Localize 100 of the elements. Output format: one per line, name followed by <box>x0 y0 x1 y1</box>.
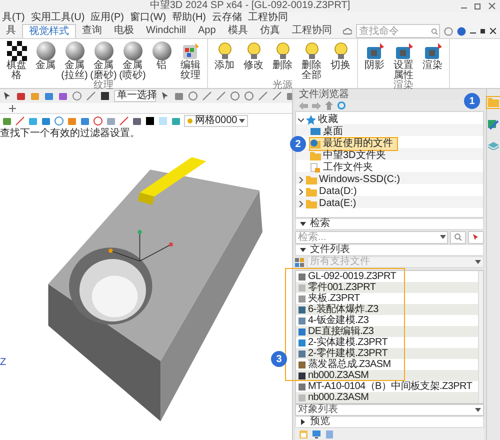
tree-item[interactable]: 工作文件夹 <box>310 162 377 174</box>
ribbon-button[interactable]: 删除全部 <box>297 39 326 81</box>
search-field[interactable]: 检索... <box>295 230 448 244</box>
ribbon-button[interactable]: 金属 (喷砂) <box>118 39 147 81</box>
line-icon[interactable] <box>202 91 212 101</box>
menu-item[interactable]: 窗口(W) <box>130 13 166 23</box>
file-list-item[interactable]: nb000.Z3ASM <box>296 392 478 403</box>
ribbon-button[interactable]: 设置属性 <box>389 39 418 81</box>
square-icon[interactable] <box>145 116 155 126</box>
line-icon[interactable] <box>258 91 268 101</box>
line-icon[interactable] <box>15 116 25 126</box>
layers-icon[interactable] <box>488 120 499 130</box>
menu-item[interactable]: 实用工具(U) <box>30 13 85 23</box>
tree-item[interactable]: 中望3D文件夹 <box>310 150 390 162</box>
selection-filter-dropdown[interactable]: 单一选择 <box>114 90 156 102</box>
up-icon[interactable] <box>325 101 333 110</box>
ribbon-button[interactable]: 铝 <box>147 39 176 81</box>
line-icon[interactable] <box>86 91 96 101</box>
tree-item[interactable]: 收藏 <box>296 114 483 126</box>
toolbar-icon[interactable] <box>106 116 116 126</box>
folder-icon <box>306 175 317 185</box>
stack-icon[interactable] <box>488 142 499 150</box>
restore-icon[interactable] <box>474 2 482 10</box>
ribbon-button[interactable]: 棋盘格 <box>2 39 31 81</box>
expand-icon <box>300 419 306 425</box>
close-icon[interactable] <box>490 28 496 34</box>
ribbon-tab[interactable]: 具 <box>0 24 22 38</box>
toolbar-icon[interactable] <box>2 116 12 126</box>
list-view-icon[interactable] <box>295 258 305 266</box>
menu-item[interactable]: 帮助(H) <box>172 13 206 23</box>
section-header[interactable]: 预览 <box>295 416 484 428</box>
part-drawing[interactable] <box>48 170 262 422</box>
tree-item[interactable]: Data(D:) <box>296 186 483 198</box>
collapse-icon <box>300 221 306 227</box>
tree-item[interactable]: 最近使用的文件 <box>310 138 397 150</box>
restore-icon[interactable] <box>480 28 486 34</box>
help-icon[interactable] <box>457 26 466 36</box>
ribbon-button[interactable]: 添加 <box>210 39 239 81</box>
arrow-icon[interactable] <box>160 91 170 101</box>
cloud-icon[interactable] <box>343 27 352 35</box>
ribbon-tab[interactable]: 查询 <box>76 24 108 38</box>
ribbon-tab[interactable]: 视觉样式 <box>22 24 76 38</box>
ribbon-button[interactable]: 渲染 <box>418 39 447 81</box>
scrollbar[interactable] <box>478 271 483 403</box>
circle-icon[interactable] <box>188 91 198 101</box>
ribbon-tab[interactable]: Windchill <box>140 24 192 38</box>
line-icon[interactable] <box>216 91 226 101</box>
menu-item[interactable]: 具(T) <box>2 13 25 23</box>
tool-drawing[interactable] <box>138 157 206 205</box>
ribbon-button[interactable]: 金属 (拉丝) <box>60 39 89 81</box>
circle-icon[interactable] <box>244 91 254 101</box>
file-list-item[interactable]: 2-零件建模.Z3PRT <box>296 348 478 359</box>
arrow-icon[interactable] <box>2 91 12 101</box>
toolbar-icon[interactable] <box>132 116 142 126</box>
ribbon-tab[interactable]: 模具 <box>222 24 254 38</box>
circle-icon[interactable] <box>54 116 64 126</box>
tree-item[interactable]: Data(E:) <box>296 198 483 210</box>
circle-icon[interactable] <box>93 116 103 126</box>
ribbon-tab[interactable]: 仿真 <box>254 24 286 38</box>
ribbon-button[interactable]: 阴影 <box>360 39 389 81</box>
collapse-icon[interactable] <box>298 117 304 123</box>
file-list-item[interactable]: 6-装配体爆炸.Z3 <box>296 304 478 315</box>
add-tab-button[interactable] <box>8 104 17 112</box>
file-list-item[interactable]: 零件001.Z3PRT <box>296 282 478 293</box>
command-search-field[interactable]: 查找命令 <box>356 24 440 38</box>
circle-icon[interactable] <box>72 91 82 101</box>
ribbon-button[interactable]: 金属 (磨砂) <box>89 39 118 81</box>
section-header[interactable]: 文件列表 <box>295 244 484 256</box>
file-list-item[interactable]: DE直接编辑.Z3 <box>296 326 478 337</box>
folder-icon <box>306 187 317 197</box>
circle-icon[interactable] <box>230 91 240 101</box>
square-icon[interactable] <box>100 91 110 101</box>
file-list-item[interactable]: nb000.Z3ASM <box>296 370 478 381</box>
line-icon[interactable] <box>119 116 129 126</box>
caret-icon <box>239 119 246 123</box>
ribbon-button[interactable]: 修改 <box>239 39 268 81</box>
section-header[interactable]: 检索 <box>295 218 484 230</box>
line-icon[interactable] <box>272 91 282 101</box>
tree-item[interactable]: Windows-SSD(C:) <box>296 174 483 186</box>
toolbar-icon[interactable] <box>171 116 181 126</box>
axis-label: Z <box>0 358 6 368</box>
refresh-icon[interactable] <box>337 101 346 110</box>
close-icon[interactable] <box>488 2 496 10</box>
mesh-setting-dropdown[interactable]: 网格0000 <box>184 115 248 127</box>
ribbon-tab[interactable]: App <box>192 24 222 38</box>
menu-item[interactable]: 云存储 <box>212 13 242 23</box>
tree-item[interactable]: 桌面 <box>310 126 347 138</box>
ribbon-button[interactable]: 金属 <box>31 39 60 81</box>
clear-filter-button[interactable] <box>468 230 484 244</box>
menu-item[interactable]: 应用(P) <box>90 13 124 23</box>
monitor-icon[interactable] <box>312 430 321 438</box>
ribbon-button[interactable]: 编辑纹理 <box>176 39 205 81</box>
ribbon-button[interactable]: 删除 <box>268 39 297 81</box>
menu-item[interactable]: 工程协同 <box>248 13 288 23</box>
ribbon-tab[interactable]: 工程协同 <box>286 24 338 38</box>
ribbon-tab[interactable]: 电极 <box>108 24 140 38</box>
ribbon-button[interactable]: 切换 <box>326 39 355 81</box>
search-button[interactable] <box>450 230 466 244</box>
object-list-dropdown[interactable]: 对象列表 <box>295 404 484 416</box>
toolbar-icon[interactable] <box>174 91 184 101</box>
